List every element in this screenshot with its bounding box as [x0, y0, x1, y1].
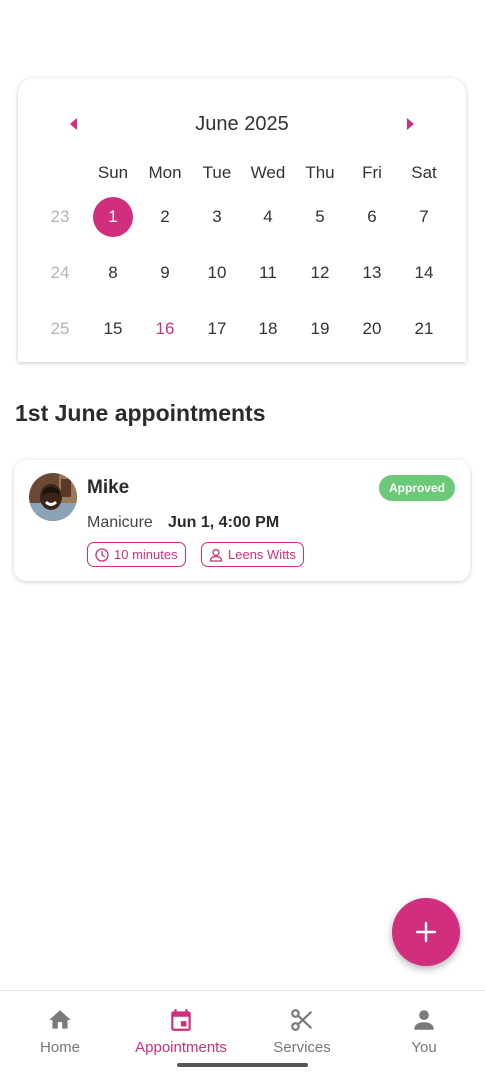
status-badge: Approved	[378, 475, 455, 501]
calendar-week-row: 23 1 2 3 4 5 6 7	[18, 197, 466, 237]
add-appointment-button[interactable]	[392, 898, 460, 966]
calendar-day[interactable]: 7	[404, 197, 444, 237]
nav-label-home: Home	[39, 1039, 80, 1056]
calendar-week-row: 25 15 16 17 18 19 20 21	[18, 309, 466, 349]
calendar-day[interactable]: 13	[352, 253, 392, 293]
calendar-day[interactable]: 12	[300, 253, 340, 293]
calendar-day[interactable]: 15	[93, 309, 133, 349]
calendar-day-today[interactable]: 16	[145, 309, 185, 349]
appointments-section-title: 1st June appointments	[15, 400, 266, 426]
nav-label-services: Services	[273, 1039, 331, 1056]
calendar-day[interactable]: 4	[248, 197, 288, 237]
week-number: 23	[50, 207, 70, 226]
weekday-header-row: Sun Mon Tue Wed Thu Fri Sat	[18, 162, 466, 184]
nav-label-appointments: Appointments	[135, 1039, 227, 1056]
staff-label: Leens Witts	[228, 547, 296, 562]
calendar-day[interactable]: 11	[248, 253, 288, 293]
person-icon	[414, 1010, 434, 1030]
plus-icon	[415, 921, 437, 943]
nav-item-you[interactable]: You	[369, 1007, 479, 1056]
calendar-day[interactable]: 9	[145, 253, 185, 293]
calendar-header: June 2025	[18, 112, 466, 136]
person-outline-icon	[209, 548, 223, 562]
nav-item-home[interactable]: Home	[5, 1007, 115, 1056]
next-month-button[interactable]	[400, 116, 420, 132]
calendar-day[interactable]: 6	[352, 197, 392, 237]
calendar-card: June 2025 Sun Mon Tue Wed Thu Fri Sat 23…	[18, 78, 466, 362]
month-title: June 2025	[195, 113, 289, 135]
weekday-label: Mon	[148, 163, 182, 182]
nav-item-appointments[interactable]: Appointments	[126, 1007, 236, 1056]
calendar-day[interactable]: 8	[93, 253, 133, 293]
week-number: 24	[50, 263, 70, 282]
calendar-day[interactable]: 10	[197, 253, 237, 293]
calendar-day[interactable]: 1	[93, 197, 133, 237]
calendar-day[interactable]: 3	[197, 197, 237, 237]
client-avatar	[29, 473, 77, 521]
appointment-time: Jun 1, 4:00 PM	[168, 514, 280, 531]
weekday-label: Thu	[305, 163, 335, 182]
weekday-label: Tue	[202, 163, 232, 182]
calendar-week-row: 24 8 9 10 11 12 13 14	[18, 253, 466, 293]
calendar-day[interactable]: 19	[300, 309, 340, 349]
staff-chip: Leens Witts	[201, 542, 304, 567]
calendar-day[interactable]: 20	[352, 309, 392, 349]
calendar-day[interactable]: 5	[300, 197, 340, 237]
service-name: Manicure	[87, 514, 153, 531]
calendar-day[interactable]: 18	[248, 309, 288, 349]
clock-icon	[95, 547, 109, 562]
duration-chip: 10 minutes	[87, 542, 186, 567]
nav-label-you: You	[411, 1039, 437, 1056]
appointment-card[interactable]: Mike Approved Manicure Jun 1, 4:00 PM 10…	[14, 460, 470, 581]
home-icon	[49, 1010, 71, 1029]
week-number: 25	[50, 319, 70, 338]
calendar-icon	[171, 1009, 191, 1031]
weekday-label: Fri	[362, 163, 382, 182]
caret-right-icon	[407, 118, 414, 130]
calendar-day[interactable]: 17	[197, 309, 237, 349]
weekday-label: Sun	[97, 163, 129, 182]
weekday-label: Sat	[411, 163, 437, 182]
duration-label: 10 minutes	[114, 547, 178, 562]
home-indicator	[177, 1063, 308, 1067]
client-name: Mike	[87, 477, 130, 498]
calendar-day[interactable]: 14	[404, 253, 444, 293]
scissors-icon	[291, 1009, 312, 1031]
calendar-day[interactable]: 21	[404, 309, 444, 349]
nav-item-services[interactable]: Services	[247, 1007, 357, 1056]
weekday-label: Wed	[250, 163, 286, 182]
calendar-day[interactable]: 2	[145, 197, 185, 237]
